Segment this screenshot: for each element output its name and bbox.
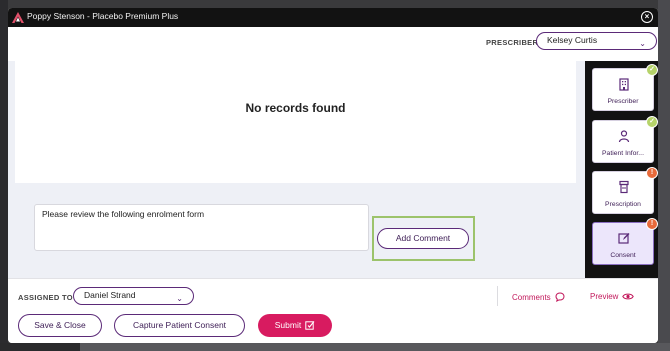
close-icon[interactable]: × [641, 11, 653, 23]
person-icon [618, 130, 630, 143]
warning-badge-icon: ! [646, 218, 658, 230]
add-comment-highlight: Add Comment [372, 216, 475, 261]
modal-footer: ASSIGNED TO Daniel Strand ⌄ Comments Pre… [8, 278, 658, 343]
building-icon [619, 78, 629, 91]
chevron-down-icon: ⌄ [639, 39, 646, 48]
check-badge-icon: ✓ [646, 64, 658, 76]
step-label: Patient Infor... [602, 150, 644, 157]
check-badge-icon: ✓ [646, 116, 658, 128]
assigned-to-dropdown[interactable]: Daniel Strand ⌄ [73, 287, 194, 305]
prescriber-label: PRESCRIBER [486, 38, 539, 47]
edit-square-icon [305, 321, 315, 330]
comments-link-label: Comments [512, 292, 551, 302]
step-prescriber[interactable]: Prescriber ✓ [592, 64, 658, 111]
step-label: Prescription [605, 201, 641, 208]
comments-link[interactable]: Comments [512, 292, 565, 302]
submit-button[interactable]: Submit [258, 314, 332, 337]
prescriber-dropdown[interactable]: Kelsey Curtis ⌄ [536, 32, 657, 50]
backdrop-right [658, 0, 670, 351]
assigned-to-label: ASSIGNED TO [18, 293, 73, 302]
app-logo-icon [12, 12, 24, 23]
step-label: Consent [610, 252, 636, 259]
steps-rail: Prescriber ✓ Patient Infor... ✓ Prescrip… [585, 61, 658, 278]
warning-badge-icon: ! [646, 167, 658, 179]
step-consent[interactable]: Consent ! [592, 218, 658, 265]
step-patient-information[interactable]: Patient Infor... ✓ [592, 116, 658, 163]
footer-divider [497, 286, 498, 306]
empty-state-message: No records found [245, 101, 346, 115]
step-label: Prescriber [607, 98, 639, 105]
backdrop-left [0, 0, 8, 351]
step-prescription[interactable]: Prescription ! [592, 167, 658, 214]
pill-bottle-icon [619, 180, 629, 194]
modal-titlebar: Poppy Stenson - Placebo Premium Plus × [8, 8, 658, 27]
enrolment-modal: Poppy Stenson - Placebo Premium Plus × P… [8, 8, 658, 343]
save-close-button[interactable]: Save & Close [18, 314, 102, 337]
chevron-down-icon: ⌄ [176, 294, 183, 303]
preview-link-label: Preview [590, 292, 619, 301]
main-content: PRESCRIBER Kelsey Curtis ⌄ No records fo… [8, 27, 657, 278]
modal-title: Poppy Stenson - Placebo Premium Plus [27, 11, 179, 21]
assigned-to-value: Daniel Strand [84, 290, 136, 300]
add-comment-button[interactable]: Add Comment [377, 228, 469, 249]
eye-icon [622, 293, 635, 300]
backdrop-bottom-right [80, 343, 670, 351]
edit-icon [618, 233, 630, 244]
records-panel: No records found [15, 61, 576, 183]
comment-textarea[interactable]: Please review the following enrolment fo… [34, 204, 369, 251]
prescriber-row: PRESCRIBER Kelsey Curtis ⌄ [8, 27, 657, 61]
capture-consent-button[interactable]: Capture Patient Consent [114, 314, 245, 337]
submit-label: Submit [274, 320, 302, 330]
speech-bubble-icon [555, 292, 565, 302]
preview-link[interactable]: Preview [590, 292, 635, 301]
prescriber-value: Kelsey Curtis [547, 35, 598, 45]
